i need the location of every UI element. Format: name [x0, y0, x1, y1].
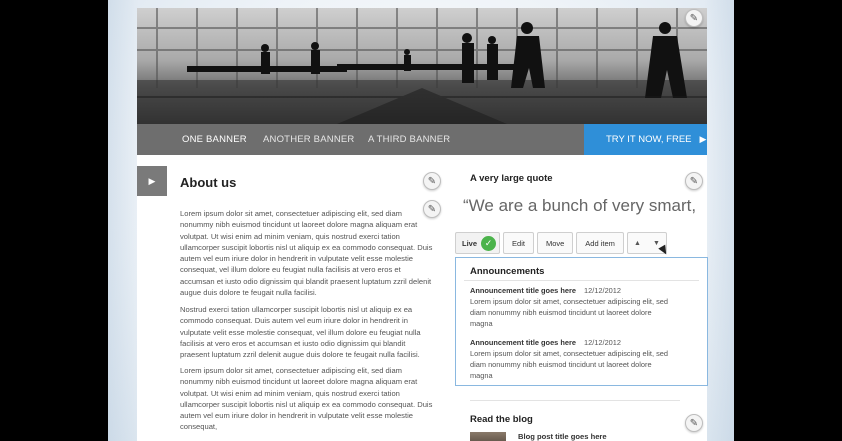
blog-post-thumbnail[interactable] [470, 432, 506, 441]
announcement-date: 12/12/2012 [584, 338, 622, 347]
move-down-icon[interactable]: ▼ [653, 240, 660, 247]
cta-label: TRY IT NOW, FREE [606, 134, 692, 145]
try-it-now-button[interactable]: TRY IT NOW, FREE ▶ [584, 124, 707, 155]
edit-button[interactable]: Edit [503, 232, 534, 254]
quote-heading: A very large quote [470, 173, 553, 184]
nav-item-another-banner[interactable]: ANOTHER BANNER [263, 134, 354, 145]
banner-navigation: ONE BANNER ANOTHER BANNER A THIRD BANNER… [137, 124, 707, 155]
edit-about-title-pencil-icon[interactable]: ✎ [423, 172, 441, 190]
blog-divider [470, 400, 680, 401]
move-button[interactable]: Move [536, 232, 574, 254]
edit-blog-pencil-icon[interactable]: ✎ [685, 414, 703, 432]
airport-scene-image [137, 8, 707, 124]
edit-quote-pencil-icon[interactable]: ✎ [685, 172, 703, 190]
announcement-title: Announcement title goes here [470, 286, 576, 295]
live-label: Live [462, 238, 478, 248]
about-paragraph-1: Lorem ipsum dolor sit amet, consectetuer… [180, 209, 433, 298]
announcement-title: Announcement title goes here [470, 338, 576, 347]
quote-text: “We are a bunch of very smart, cool indi… [463, 196, 695, 215]
nav-item-one-banner[interactable]: ONE BANNER [182, 134, 247, 145]
nav-item-third-banner[interactable]: A THIRD BANNER [368, 134, 450, 145]
move-up-icon[interactable]: ▲ [634, 240, 641, 247]
announcement-body: Lorem ipsum dolor sit amet, consectetuer… [470, 297, 668, 328]
about-paragraph-3: Lorem ipsum dolor sit amet, consectetuer… [180, 366, 433, 432]
module-edit-toolbar: Live ✓ Edit Move Add item ▲ ▼ [455, 232, 667, 254]
announcement-date: 12/12/2012 [584, 286, 622, 295]
announcements-title: Announcements [470, 266, 545, 277]
play-tab-icon[interactable]: ▶ [137, 166, 167, 196]
about-paragraph-2: Nostrud exerci tation ullamcorper suscip… [180, 305, 421, 360]
blog-post-title[interactable]: Blog post title goes here [518, 432, 607, 441]
announcement-item[interactable]: Announcement title goes here 12/12/2012 … [470, 285, 670, 329]
hero-banner-image: ✎ [137, 8, 707, 124]
about-title: About us [180, 175, 237, 190]
check-icon: ✓ [481, 235, 497, 251]
announcements-module[interactable]: Announcements Announcement title goes he… [455, 257, 708, 386]
announcements-divider [464, 280, 699, 281]
announcement-item[interactable]: Announcement title goes here 12/12/2012 … [470, 337, 670, 381]
blog-heading: Read the blog [470, 414, 533, 425]
live-status-toggle[interactable]: Live ✓ [455, 232, 501, 254]
announcement-body: Lorem ipsum dolor sit amet, consectetuer… [470, 349, 668, 380]
edit-banner-pencil-icon[interactable]: ✎ [685, 9, 703, 27]
arrow-right-icon: ▶ [699, 134, 707, 144]
add-item-button[interactable]: Add item [576, 232, 624, 254]
page-canvas: ✎ ONE BANNER ANOTHER BANNER A THIRD BANN… [137, 8, 708, 441]
